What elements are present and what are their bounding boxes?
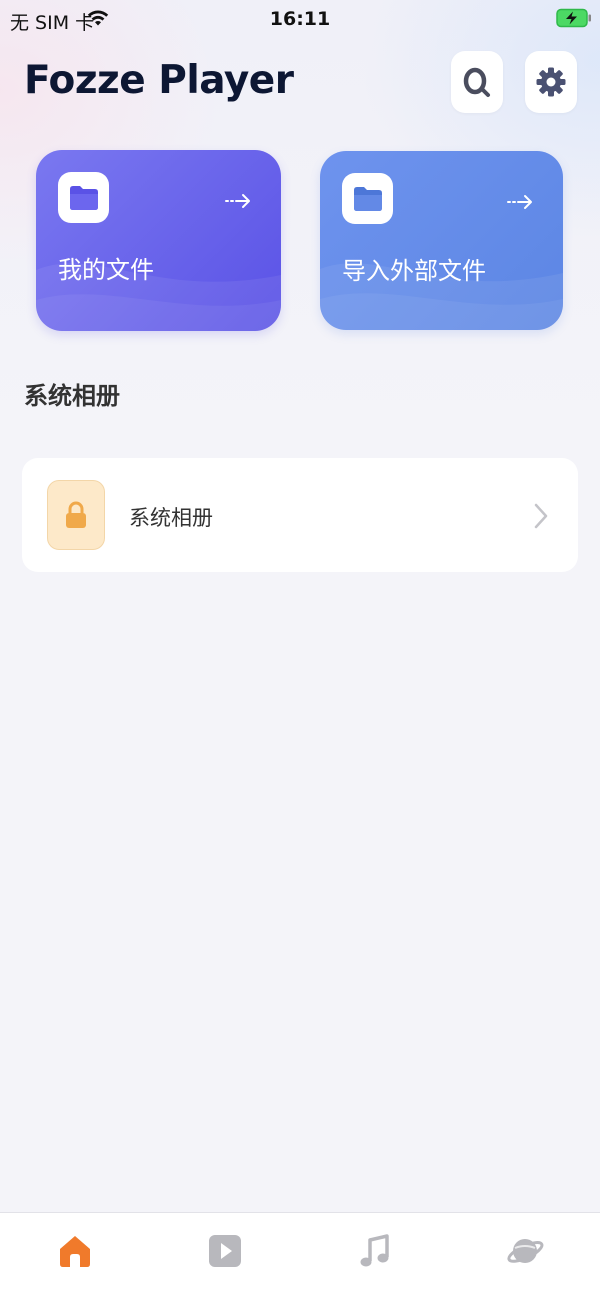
status-time: 16:11 (269, 8, 331, 30)
folder-icon-box (342, 173, 393, 224)
folder-icon (353, 186, 382, 211)
home-icon (60, 1235, 90, 1267)
search-button[interactable] (451, 51, 503, 113)
status-bar: 无 SIM 卡 16:11 (0, 0, 600, 40)
section-title: 系统相册 (24, 382, 120, 410)
arrow-right-icon (507, 195, 532, 209)
planet-icon (507, 1238, 544, 1263)
import-files-card[interactable]: 导入外部文件 (320, 151, 563, 330)
tab-home[interactable] (0, 1213, 150, 1288)
lock-icon-box (47, 480, 105, 550)
tab-video[interactable] (150, 1213, 300, 1288)
my-files-label: 我的文件 (58, 256, 154, 284)
bottom-tab-bar (0, 1212, 600, 1299)
arrow-right-icon (225, 194, 250, 208)
my-files-card[interactable]: 我的文件 (36, 150, 281, 331)
music-icon (360, 1233, 389, 1266)
gear-icon (536, 67, 566, 97)
lock-icon (66, 501, 86, 528)
search-icon (463, 67, 490, 97)
battery-charging-icon (556, 8, 591, 28)
list-item-label: 系统相册 (129, 506, 213, 530)
list-item-system-album[interactable]: 系统相册 (22, 458, 578, 572)
chevron-right-icon (534, 503, 548, 529)
tab-discover[interactable] (450, 1213, 600, 1288)
video-icon (209, 1234, 241, 1267)
app-title: Fozze Player (24, 58, 294, 103)
settings-button[interactable] (525, 51, 577, 113)
import-files-label: 导入外部文件 (342, 257, 486, 285)
folder-icon-box (58, 172, 109, 223)
folder-icon (69, 185, 98, 210)
tab-music[interactable] (300, 1213, 450, 1288)
